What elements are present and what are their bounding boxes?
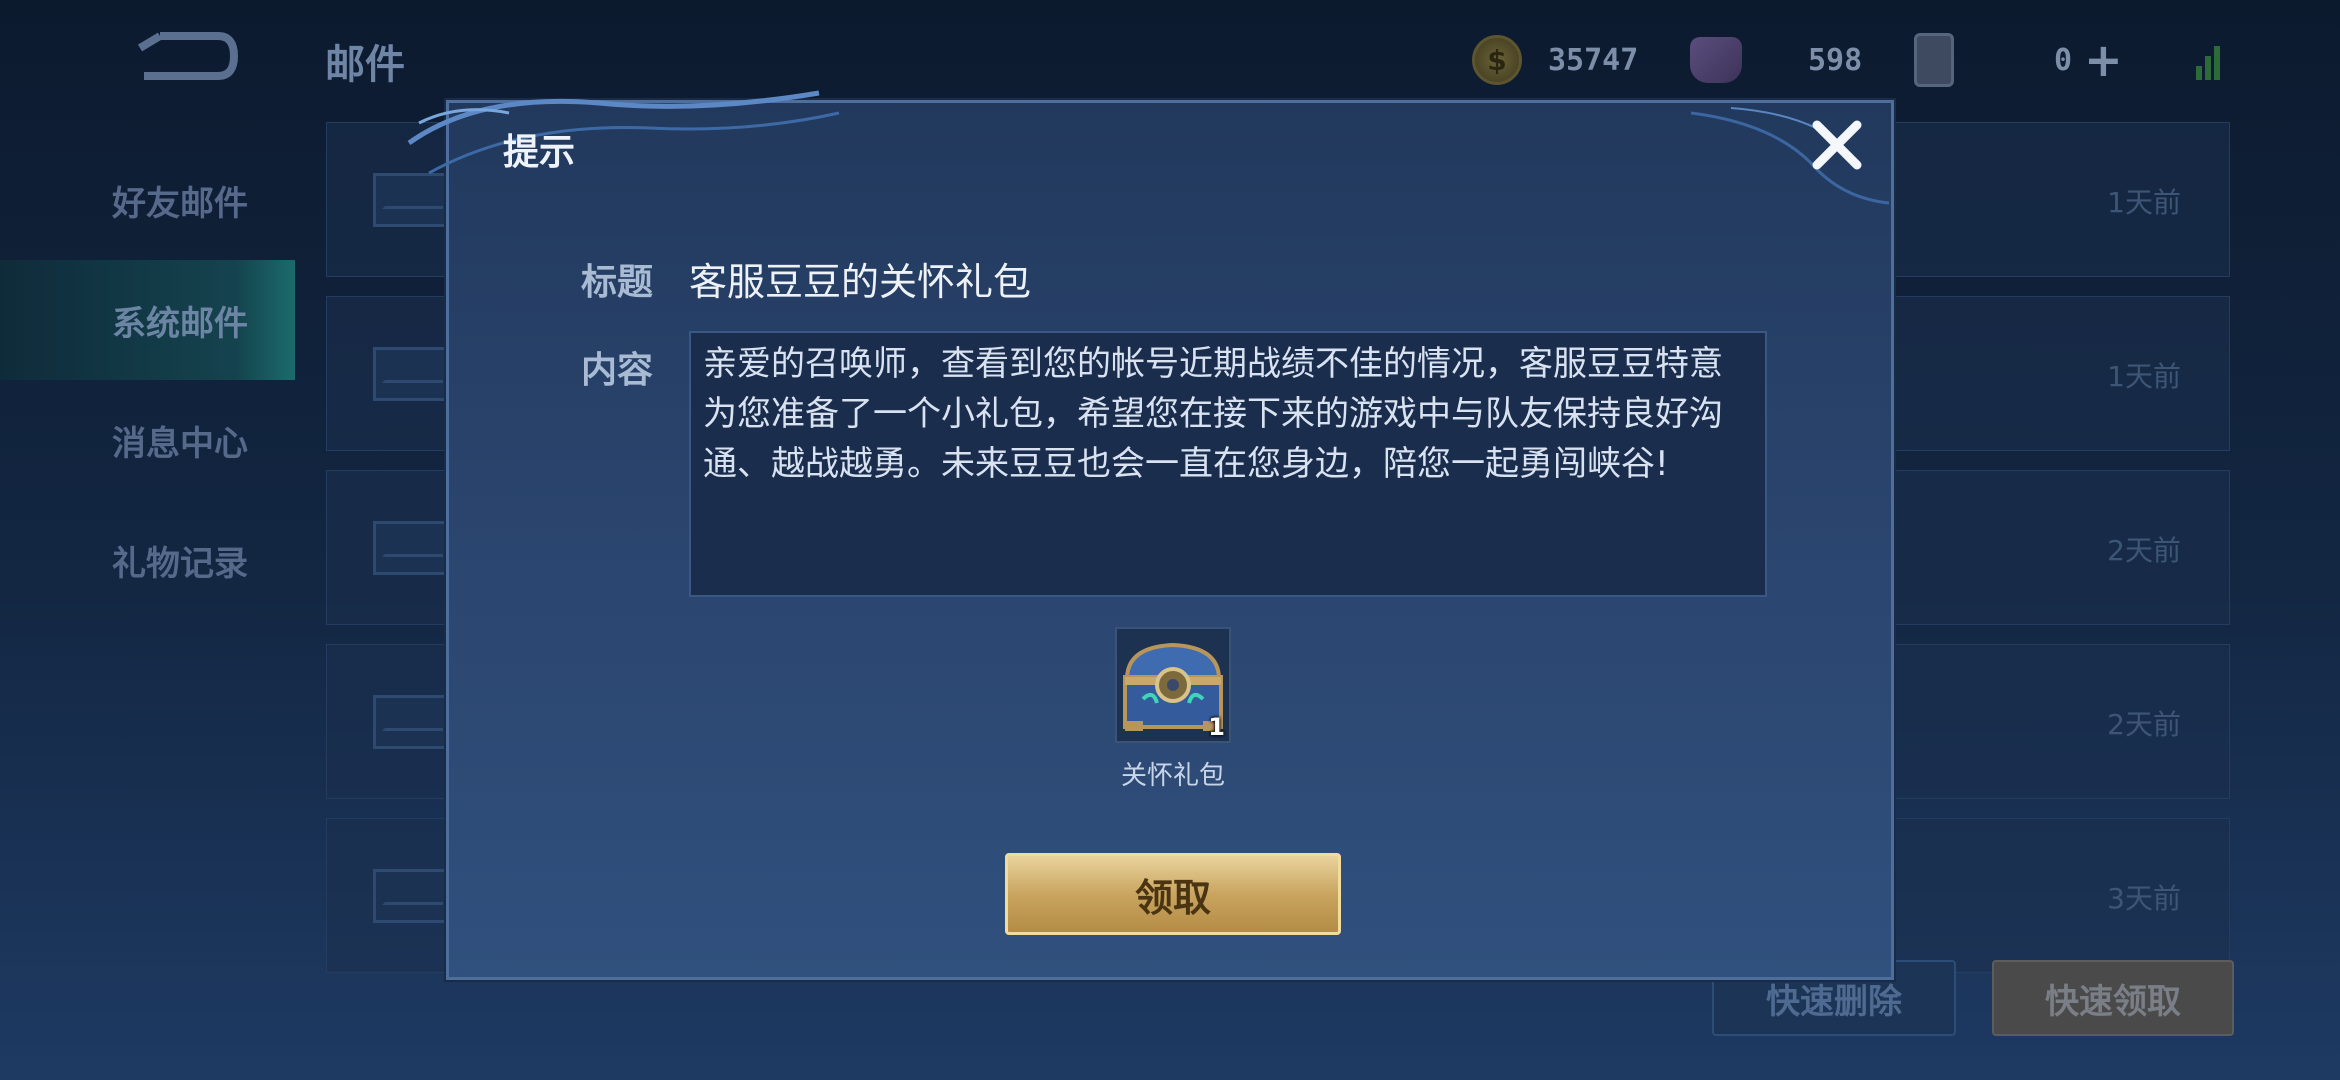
signal-icon (2196, 40, 2226, 80)
envelope-icon (373, 695, 451, 749)
sidebar-item-system-mail[interactable]: 系统邮件 (0, 260, 295, 380)
item-quantity: 1 (1208, 713, 1225, 741)
dialog-ornament (407, 90, 840, 175)
card-resource: 0 + (1914, 32, 2123, 88)
gift-chest-icon: 1 (1115, 627, 1231, 743)
gem-resource: 598 (1690, 32, 1862, 88)
mail-dialog: 提示 标题 客服豆豆的关怀礼包 内容 亲爱的召唤师，查看到您的帐号近期战绩不佳的… (407, 90, 1894, 980)
gold-coin-icon: $ (1472, 35, 1522, 85)
gem-amount: 598 (1808, 42, 1863, 78)
sidebar: 好友邮件 系统邮件 消息中心 礼物记录 (0, 140, 295, 620)
gem-icon (1690, 37, 1742, 83)
item-name: 关怀礼包 (1120, 761, 1225, 791)
sidebar-item-label: 系统邮件 (112, 303, 248, 344)
card-amount: 0 (2054, 42, 2073, 78)
mail-time: 3天前 (2107, 882, 2181, 915)
subject-label: 标题 (581, 262, 654, 303)
sidebar-item-label: 消息中心 (112, 423, 248, 464)
add-icon[interactable]: + (2084, 37, 2123, 83)
mail-subject: 客服豆豆的关怀礼包 (689, 260, 1032, 304)
sidebar-item-gift-record[interactable]: 礼物记录 (0, 500, 295, 620)
mail-time: 2天前 (2107, 534, 2181, 567)
envelope-icon (373, 347, 451, 401)
mail-time: 2天前 (2107, 708, 2181, 741)
content-label: 内容 (581, 350, 654, 391)
back-icon[interactable] (130, 28, 240, 88)
sidebar-item-friend-mail[interactable]: 好友邮件 (0, 140, 295, 260)
gold-amount: 35747 (1548, 42, 1639, 78)
page-title: 邮件 (325, 42, 405, 88)
quick-claim-button[interactable]: 快速领取 (1992, 960, 2234, 1036)
envelope-icon (373, 521, 451, 575)
mail-time: 1天前 (2107, 360, 2181, 393)
sidebar-item-message-center[interactable]: 消息中心 (0, 380, 295, 500)
claim-button[interactable]: 领取 (1005, 853, 1341, 935)
attachment-item[interactable]: 1 关怀礼包 (1113, 627, 1233, 792)
dialog-title: 提示 (503, 132, 576, 173)
sidebar-item-label: 礼物记录 (112, 543, 248, 584)
envelope-icon (373, 869, 451, 923)
sidebar-item-label: 好友邮件 (112, 183, 248, 224)
card-icon (1914, 33, 1954, 87)
mail-time: 1天前 (2107, 186, 2181, 219)
close-icon[interactable] (1807, 115, 1867, 175)
mail-content: 亲爱的召唤师，查看到您的帐号近期战绩不佳的情况，客服豆豆特意为您准备了一个小礼包… (689, 331, 1767, 597)
gold-resource: $ 35747 (1472, 32, 1638, 88)
